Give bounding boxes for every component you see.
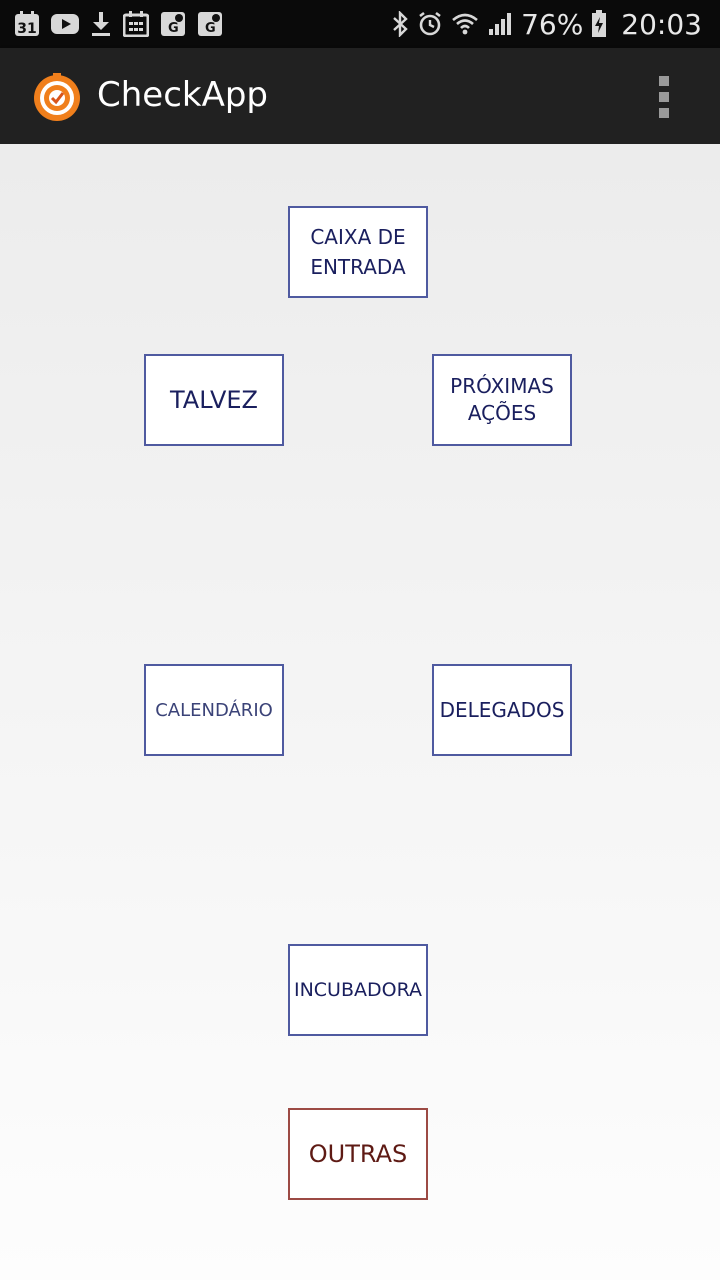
status-bar: 31 G G 76% 20:03 xyxy=(0,0,720,48)
calendar-icon: 31 xyxy=(15,11,39,37)
alarm-icon xyxy=(419,11,441,36)
caixa-de-entrada-button[interactable]: CAIXA DE ENTRADA xyxy=(288,206,428,298)
calendar-grid-icon xyxy=(123,11,149,37)
signal-icon xyxy=(489,13,512,35)
outras-button[interactable]: OUTRAS xyxy=(288,1108,428,1200)
svg-text:G: G xyxy=(205,21,216,36)
battery-charging-icon xyxy=(592,10,607,37)
google-maps-icon: G xyxy=(198,12,222,36)
battery-percent: 76% xyxy=(521,7,584,41)
svg-text:G: G xyxy=(168,21,179,36)
bluetooth-icon xyxy=(393,11,408,37)
google-maps-icon: G xyxy=(161,12,185,36)
talvez-button[interactable]: TALVEZ xyxy=(144,354,284,446)
clock: 20:03 xyxy=(621,7,702,41)
proximas-acoes-button[interactable]: PRÓXIMAS AÇÕES xyxy=(432,354,572,446)
calendario-button[interactable]: CALENDÁRIO xyxy=(144,664,284,756)
download-icon xyxy=(92,12,110,36)
overflow-menu-icon[interactable] xyxy=(654,76,674,118)
main-content: CAIXA DE ENTRADA TALVEZ PRÓXIMAS AÇÕES C… xyxy=(0,144,720,1280)
delegados-button[interactable]: DELEGADOS xyxy=(432,664,572,756)
app-title: CheckApp xyxy=(97,75,269,115)
system-status: 76% 20:03 xyxy=(391,0,702,48)
youtube-icon xyxy=(51,14,79,34)
notification-icons: 31 G G xyxy=(14,10,223,38)
action-bar: CheckApp xyxy=(0,48,720,144)
svg-text:31: 31 xyxy=(17,21,36,37)
checkapp-logo-icon xyxy=(34,73,80,121)
wifi-icon xyxy=(452,13,478,35)
incubadora-button[interactable]: INCUBADORA xyxy=(288,944,428,1036)
